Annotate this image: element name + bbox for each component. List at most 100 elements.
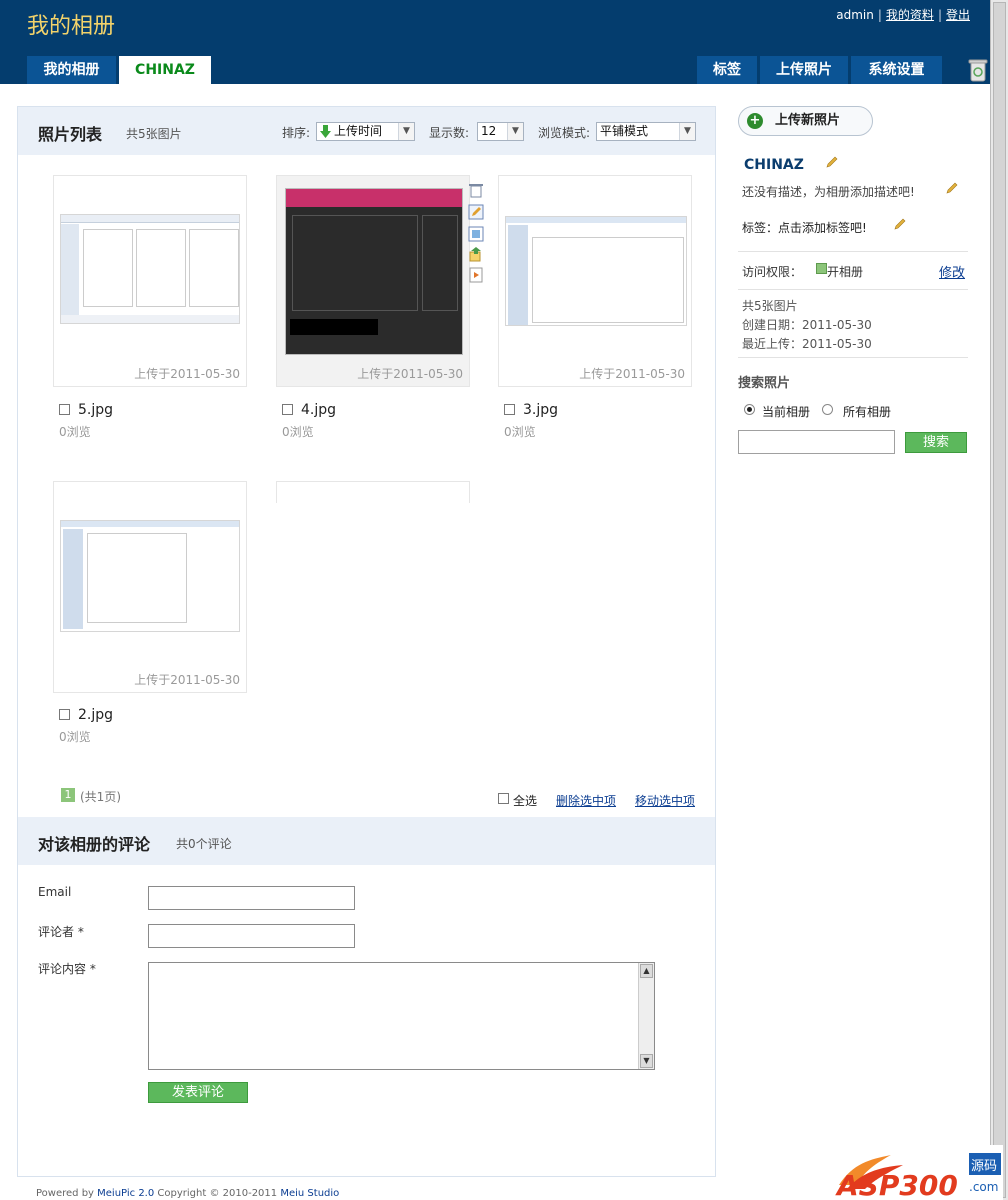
album-last-upload: 最近上传：2011-05-30 (742, 337, 872, 351)
studio-link[interactable]: Meiu Studio (280, 1188, 339, 1199)
upload-new-photo-button[interactable]: + 上传新照片 (738, 106, 873, 136)
sort-select[interactable]: 上传时间 ▼ (316, 122, 415, 141)
photo-upload-date: 上传于2011-05-30 (134, 367, 240, 381)
chevron-down-icon: ▼ (507, 123, 523, 140)
select-all-checkbox[interactable] (498, 793, 509, 804)
email-field[interactable] (148, 886, 355, 910)
footer: Powered by MeiuPic 2.0 Copyright © 2010-… (36, 1188, 340, 1199)
user-links: admin | 我的资料 | 登出 (836, 8, 970, 22)
photo-checkbox[interactable] (282, 404, 293, 415)
photo-card[interactable]: 上传于2011-05-30 (498, 175, 692, 387)
author-field[interactable] (148, 924, 355, 948)
sort-label: 排序: (282, 126, 311, 140)
photo-upload-date: 上传于2011-05-30 (579, 367, 685, 381)
pencil-icon[interactable] (946, 182, 958, 194)
set-cover-icon[interactable] (468, 226, 484, 242)
divider (738, 251, 968, 252)
author-label: 评论者 * (38, 925, 84, 939)
pencil-icon[interactable] (894, 218, 906, 230)
product-link[interactable]: MeiuPic 2.0 (97, 1188, 154, 1199)
page-scrollbar[interactable] (990, 0, 1008, 1200)
watermark-logo: ASP300 源码 .com (833, 1145, 1003, 1200)
pencil-icon[interactable] (826, 156, 838, 168)
tab-chinaz[interactable]: CHINAZ (119, 56, 211, 84)
photo-list-header: 照片列表 共5张图片 排序: 上传时间 ▼ 显示数: 12 ▼ 浏览模式: 平铺… (18, 107, 715, 155)
photo-checkbox[interactable] (59, 404, 70, 415)
textarea-scrollbar[interactable]: ▲ ▼ (638, 963, 654, 1069)
radio-all-albums-label[interactable]: 所有相册 (843, 403, 891, 420)
search-input[interactable] (738, 430, 895, 454)
move-selected-link[interactable]: 移动选中项 (635, 794, 695, 808)
album-name: CHINAZ (744, 157, 804, 173)
photo-card[interactable]: 上传于2011-05-30 (53, 175, 247, 387)
search-photos-title: 搜索照片 (738, 376, 791, 391)
view-mode-select[interactable]: 平铺模式 ▼ (596, 122, 696, 141)
photo-list-panel: 照片列表 共5张图片 排序: 上传时间 ▼ 显示数: 12 ▼ 浏览模式: 平铺… (17, 106, 716, 1177)
edit-access-link[interactable]: 修改 (939, 262, 965, 281)
comment-content-textarea[interactable]: ▲ ▼ (148, 962, 655, 1070)
profile-link[interactable]: 我的资料 (886, 8, 934, 22)
chevron-down-icon: ▼ (398, 123, 414, 140)
top-header: 我的相册 admin | 我的资料 | 登出 我的相册 CHINAZ 标签 上传照片 系… (0, 0, 990, 84)
photo-checkbox[interactable] (59, 709, 70, 720)
access-status-icon (816, 263, 827, 274)
username: admin (836, 8, 874, 22)
tab-upload[interactable]: 上传照片 (760, 56, 848, 84)
edit-icon[interactable] (468, 204, 484, 220)
radio-current-album-label[interactable]: 当前相册 (762, 403, 810, 420)
tab-settings[interactable]: 系统设置 (851, 56, 942, 84)
svg-text:ASP300: ASP300 (835, 1169, 958, 1200)
sort-select-value: 上传时间 (334, 124, 383, 138)
comments-header: 对该相册的评论 共0个评论 (18, 817, 715, 865)
comments-count: 共0个评论 (176, 837, 232, 851)
photo-count: 共5张图片 (126, 127, 182, 141)
delete-selected-link[interactable]: 删除选中项 (556, 794, 616, 808)
email-label: Email (38, 885, 72, 899)
album-created-date: 创建日期：2011-05-30 (742, 318, 872, 332)
photo-thumbnail[interactable] (60, 214, 240, 324)
photo-thumbnail[interactable] (60, 520, 240, 632)
delete-icon[interactable] (468, 182, 484, 198)
photo-name[interactable]: 2.jpg (78, 707, 113, 723)
show-count-select[interactable]: 12 ▼ (477, 122, 524, 141)
pager-total: (共1页) (80, 790, 121, 804)
photo-views: 0浏览 (504, 425, 536, 439)
photo-name[interactable]: 3.jpg (523, 402, 558, 418)
chevron-down-icon: ▼ (679, 123, 695, 140)
select-all-label[interactable]: 全选 (513, 792, 537, 809)
plus-icon: + (747, 113, 763, 129)
svg-text:.com: .com (969, 1180, 998, 1194)
view-mode-value: 平铺模式 (600, 124, 649, 138)
tab-my-albums[interactable]: 我的相册 (27, 56, 116, 84)
photo-card[interactable]: 上传于2011-05-30 (53, 481, 247, 693)
photo-thumbnail[interactable] (505, 216, 687, 326)
photo-list-title: 照片列表 (38, 125, 103, 144)
svg-text:源码: 源码 (971, 1159, 997, 1174)
photo-views: 0浏览 (59, 425, 91, 439)
album-description[interactable]: 还没有描述，为相册添加描述吧! (742, 183, 915, 200)
tab-tags[interactable]: 标签 (697, 56, 757, 84)
pager-current-page[interactable]: 1 (61, 788, 75, 802)
radio-current-album[interactable] (744, 404, 755, 415)
app-title: 我的相册 (27, 14, 116, 39)
photo-upload-date: 上传于2011-05-30 (357, 367, 463, 381)
comments-title: 对该相册的评论 (38, 835, 151, 854)
slideshow-icon[interactable] (468, 267, 484, 283)
down-arrow-icon (320, 125, 331, 138)
photo-views: 0浏览 (59, 730, 91, 744)
photo-card[interactable]: 上传于2011-05-30 (276, 175, 470, 387)
recycle-bin-icon[interactable] (968, 58, 988, 82)
photo-thumbnail[interactable] (285, 188, 463, 355)
submit-comment-button[interactable]: 发表评论 (148, 1082, 248, 1103)
photo-views: 0浏览 (282, 425, 314, 439)
search-button[interactable]: 搜索 (905, 432, 967, 453)
album-tags[interactable]: 标签：点击添加标签吧! (742, 219, 867, 236)
show-count-value: 12 (481, 124, 497, 138)
radio-all-albums[interactable] (822, 404, 833, 415)
photo-name[interactable]: 4.jpg (301, 402, 336, 418)
move-icon[interactable] (468, 246, 484, 262)
logout-link[interactable]: 登出 (946, 8, 970, 22)
photo-name[interactable]: 5.jpg (78, 402, 113, 418)
photo-checkbox[interactable] (504, 404, 515, 415)
photo-card-placeholder (276, 481, 470, 503)
